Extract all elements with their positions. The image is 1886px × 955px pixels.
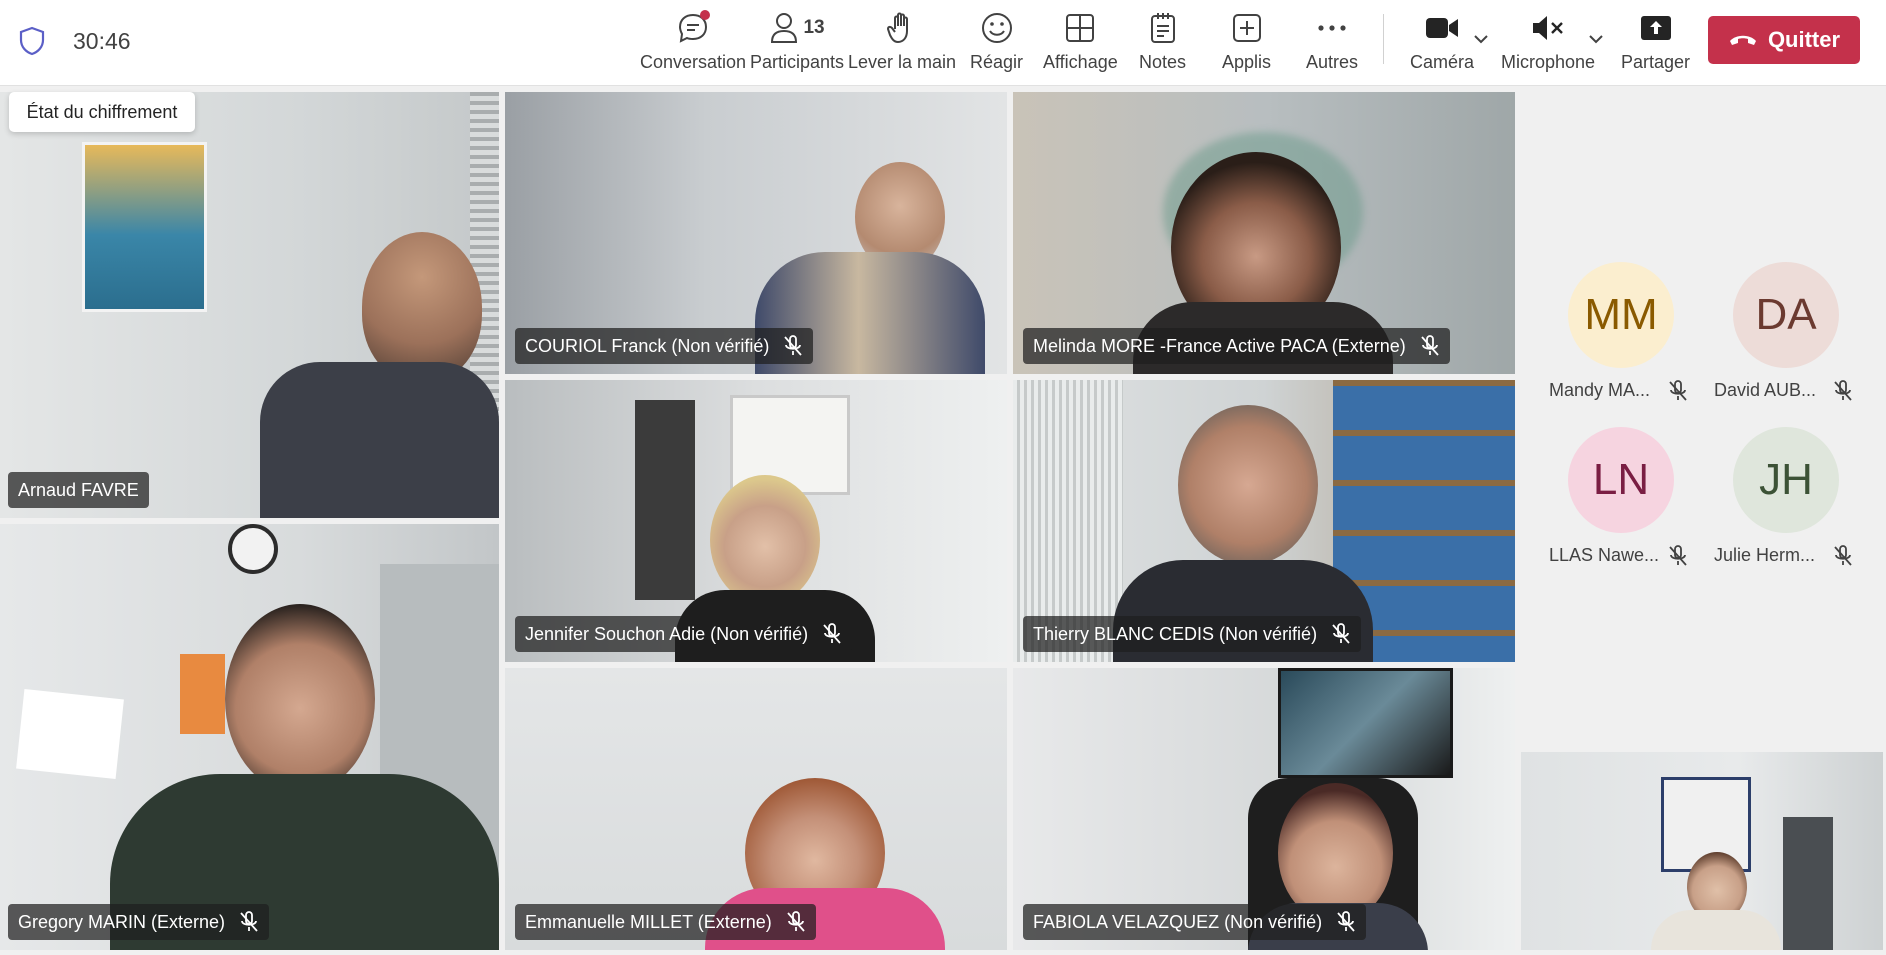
video-tile[interactable]: Melinda MORE -France Active PACA (Extern… [1013,92,1515,374]
avatar-initials: LN [1568,427,1674,533]
avatar-initials: DA [1733,262,1839,368]
video-tile[interactable]: COURIOL Franck (Non vérifié) [505,92,1007,374]
wall-clock [228,524,278,574]
toolbar-divider [1383,14,1384,64]
hand-icon [887,12,909,43]
microphone-button[interactable]: Microphone [1501,8,1595,78]
mic-muted-icon [1337,911,1355,932]
notification-dot [700,10,711,20]
share-screen-icon [1640,16,1671,40]
avatar-name: David AUB... [1714,380,1817,400]
mic-muted-icon [1669,545,1687,566]
meeting-toolbar: 30:46 Conversation 13 Participants Lever… [0,0,1886,86]
avatar-initials: JH [1733,427,1839,533]
react-button[interactable]: Réagir [970,8,1023,78]
self-view-tile[interactable] [1521,752,1883,950]
people-icon [771,13,798,43]
participants-button[interactable]: 13 Participants [750,8,844,78]
video-tile[interactable]: Arnaud FAVRE [0,92,499,518]
poster-image [635,400,695,600]
mic-muted-icon [1421,335,1439,356]
orange-poster [180,654,225,734]
avatar-initials: MM [1568,262,1674,368]
person-body [260,362,499,518]
participant-name-label: Emmanuelle MILLET (Externe) [515,904,816,940]
encryption-tooltip: État du chiffrement [9,92,195,132]
office-door [1783,817,1833,950]
video-camera-icon [1426,18,1459,38]
smiley-icon [981,13,1012,43]
mic-muted-icon [1834,380,1852,401]
person-body [1651,910,1781,950]
mic-muted-icon [1669,380,1687,401]
person-head [1178,405,1318,565]
notes-button[interactable]: Notes [1139,8,1186,78]
person-head [710,475,820,605]
participant-name-label: COURIOL Franck (Non vérifié) [515,328,814,364]
apps-button[interactable]: Applis [1222,8,1271,78]
video-tile[interactable]: Thierry BLANC CEDIS (Non vérifié) [1013,380,1515,662]
mic-muted-icon [240,911,258,932]
more-icon [1318,25,1346,31]
add-app-icon [1232,14,1261,42]
participant-avatar[interactable]: MM Mandy MA... [1535,262,1695,412]
video-tile[interactable]: FABIOLA VELAZQUEZ (Non vérifié) [1013,668,1515,950]
more-button[interactable]: Autres [1306,8,1358,78]
camera-options-chevron-icon[interactable] [1473,34,1489,44]
mic-muted-icon [1834,545,1852,566]
conversation-button[interactable]: Conversation [640,8,746,78]
avatar-name: LLAS Nawe... [1549,545,1660,565]
person-head [362,232,482,382]
participant-name-label: Jennifer Souchon Adie (Non vérifié) [515,616,853,652]
poster-image [82,142,207,312]
participant-count: 13 [803,17,825,38]
participant-avatar[interactable]: LN LLAS Nawe... [1535,427,1695,577]
participant-name-label: Melinda MORE -France Active PACA (Extern… [1023,328,1450,364]
video-tile[interactable]: Jennifer Souchon Adie (Non vérifié) [505,380,1007,662]
mic-muted-icon [823,623,841,644]
microphone-options-chevron-icon[interactable] [1588,34,1604,44]
participant-avatar[interactable]: DA David AUB... [1700,262,1860,412]
notes-icon [1150,13,1175,43]
video-tile[interactable]: Gregory MARIN (Externe) [0,524,499,950]
hang-up-phone-icon [1729,35,1756,45]
paper-note [16,688,124,780]
meeting-timer: 30:46 [73,28,131,54]
person-head [1278,783,1393,923]
view-button[interactable]: Affichage [1043,8,1118,78]
participant-avatar[interactable]: JH Julie Herm... [1700,427,1860,577]
participant-name-label: Thierry BLANC CEDIS (Non vérifié) [1023,616,1362,652]
grid-view-icon [1066,14,1095,42]
shield-icon[interactable] [18,26,46,56]
video-tile[interactable]: Emmanuelle MILLET (Externe) [505,668,1007,950]
avatar-name: Julie Herm... [1714,545,1816,565]
person-head [225,604,375,794]
framed-picture [1278,668,1453,778]
participant-name-label: Gregory MARIN (Externe) [8,904,270,940]
speaker-muted-icon [1533,16,1563,40]
mic-muted-icon [784,335,803,356]
share-button[interactable]: Partager [1621,8,1690,78]
mic-muted-icon [1332,623,1350,644]
raise-hand-button[interactable]: Lever la main [848,8,956,78]
participant-name-label: Arnaud FAVRE [8,472,149,508]
participant-name-label: FABIOLA VELAZQUEZ (Non vérifié) [1023,904,1367,940]
leave-button[interactable]: Quitter [1708,16,1860,64]
mic-muted-icon [787,911,805,932]
avatar-name: Mandy MA... [1549,380,1651,400]
camera-button[interactable]: Caméra [1410,8,1474,78]
